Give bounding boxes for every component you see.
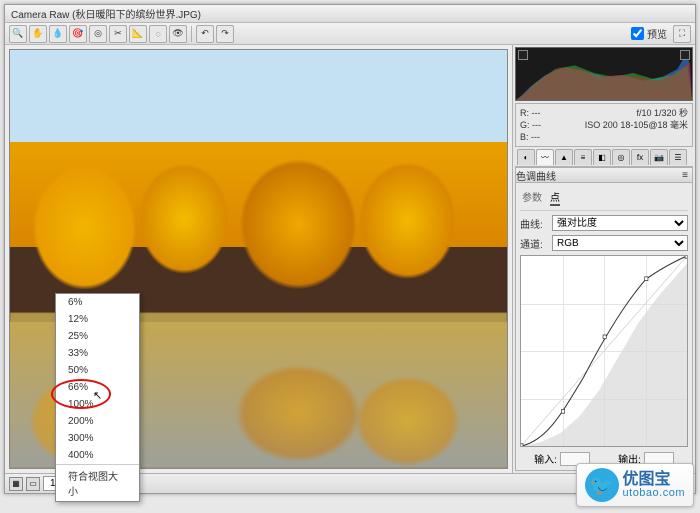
window-title: Camera Raw (秋日暖阳下的缤纷世界.JPG) — [11, 6, 201, 21]
panel-tabs: ◐ 〰 ▲ ≡ ◧ ◎ fx 📷 ☰ — [515, 149, 693, 167]
spot-removal-icon[interactable]: ◌ — [149, 25, 167, 43]
exif-r: R: --- — [520, 107, 541, 119]
redeye-tool-icon[interactable]: 👁 — [169, 25, 187, 43]
channel-row: 通道: RGB — [520, 235, 688, 251]
tab-detail-icon[interactable]: ▲ — [555, 149, 573, 165]
tone-curve-panel: 参数 点 曲线: 强对比度 通道: RGB — [515, 183, 693, 471]
zoom-option[interactable]: 400% — [56, 447, 139, 464]
zoom-option[interactable]: 200% — [56, 413, 139, 430]
filmstrip-toggle-icon[interactable]: ▦ — [9, 477, 23, 491]
histogram-svg — [516, 48, 692, 100]
rotate-ccw-icon[interactable]: ↶ — [196, 25, 214, 43]
zoom-option[interactable]: 300% — [56, 430, 139, 447]
tab-curve-icon[interactable]: 〰 — [536, 149, 554, 165]
input-label: 输入: — [534, 451, 557, 466]
hand-tool-icon[interactable]: ✋ — [29, 25, 47, 43]
zoom-option-fit[interactable]: 符合视图大小 — [56, 464, 139, 501]
zoom-tool-icon[interactable]: 🔍 — [9, 25, 27, 43]
panel-menu-icon[interactable]: ≡ — [682, 170, 688, 181]
mode-parametric[interactable]: 参数 — [522, 189, 542, 206]
crop-tool-icon[interactable]: ✂ — [109, 25, 127, 43]
mode-point[interactable]: 点 — [550, 189, 560, 206]
exif-iso: ISO 200 18-105@18 毫米 — [585, 119, 688, 131]
target-adjust-icon[interactable]: ◎ — [89, 25, 107, 43]
panel-title: 色调曲线 ≡ — [515, 167, 693, 183]
tab-basic-icon[interactable]: ◐ — [517, 149, 535, 165]
highlight-clip-icon[interactable] — [680, 50, 690, 60]
single-view-icon[interactable]: ▭ — [26, 477, 40, 491]
title-bar: Camera Raw (秋日暖阳下的缤纷世界.JPG) — [5, 5, 695, 23]
curve-mode-toggle: 参数 点 — [520, 187, 688, 211]
curve-select[interactable]: 强对比度 — [552, 215, 688, 231]
tab-fx-icon[interactable]: fx — [631, 149, 649, 165]
straighten-tool-icon[interactable]: 📐 — [129, 25, 147, 43]
tab-split-icon[interactable]: ◧ — [593, 149, 611, 165]
tab-lens-icon[interactable]: ◎ — [612, 149, 630, 165]
exif-aperture: f/10 1/320 秒 — [636, 107, 688, 119]
exif-readout: R: --- f/10 1/320 秒 G: --- ISO 200 18-10… — [515, 103, 693, 147]
tab-preset-icon[interactable]: ☰ — [669, 149, 687, 165]
curve-label: 曲线: — [520, 216, 548, 231]
white-balance-tool-icon[interactable]: 💧 — [49, 25, 67, 43]
rotate-cw-icon[interactable]: ↷ — [216, 25, 234, 43]
exif-b: B: --- — [520, 131, 540, 143]
camera-raw-window: Camera Raw (秋日暖阳下的缤纷世界.JPG) 🔍 ✋ 💧 🎯 ◎ ✂ … — [4, 4, 696, 494]
bird-icon: 🐦 — [585, 468, 619, 502]
cursor-icon: ↖ — [93, 389, 102, 402]
color-sampler-icon[interactable]: 🎯 — [69, 25, 87, 43]
watermark: 🐦 优图宝 utobao.com — [576, 463, 694, 507]
shadow-clip-icon[interactable] — [518, 50, 528, 60]
exif-g: G: --- — [520, 119, 541, 131]
channel-select[interactable]: RGB — [552, 235, 688, 251]
zoom-option[interactable]: 12% — [56, 311, 139, 328]
toolbar-separator — [191, 26, 192, 42]
toolbar: 🔍 ✋ 💧 🎯 ◎ ✂ 📐 ◌ 👁 ↶ ↷ 预览 ⛶ — [5, 23, 695, 45]
preview-label: 预览 — [647, 26, 667, 41]
zoom-option[interactable]: 33% — [56, 345, 139, 362]
fullscreen-icon[interactable]: ⛶ — [673, 25, 691, 43]
tab-camera-icon[interactable]: 📷 — [650, 149, 668, 165]
preview-checkbox-input[interactable] — [631, 27, 644, 40]
curve-preset-row: 曲线: 强对比度 — [520, 215, 688, 231]
curve-svg — [521, 256, 687, 446]
zoom-option[interactable]: 50% — [56, 362, 139, 379]
watermark-en: utobao.com — [623, 488, 685, 499]
histogram[interactable] — [515, 47, 693, 101]
curve-editor[interactable] — [520, 255, 688, 447]
zoom-option[interactable]: 25% — [56, 328, 139, 345]
channel-label: 通道: — [520, 236, 548, 251]
zoom-option[interactable]: 6% — [56, 294, 139, 311]
right-panel: R: --- f/10 1/320 秒 G: --- ISO 200 18-10… — [512, 45, 695, 473]
watermark-cn: 优图宝 — [623, 472, 685, 488]
tab-hsl-icon[interactable]: ≡ — [574, 149, 592, 165]
preview-checkbox[interactable]: 预览 — [631, 26, 667, 41]
